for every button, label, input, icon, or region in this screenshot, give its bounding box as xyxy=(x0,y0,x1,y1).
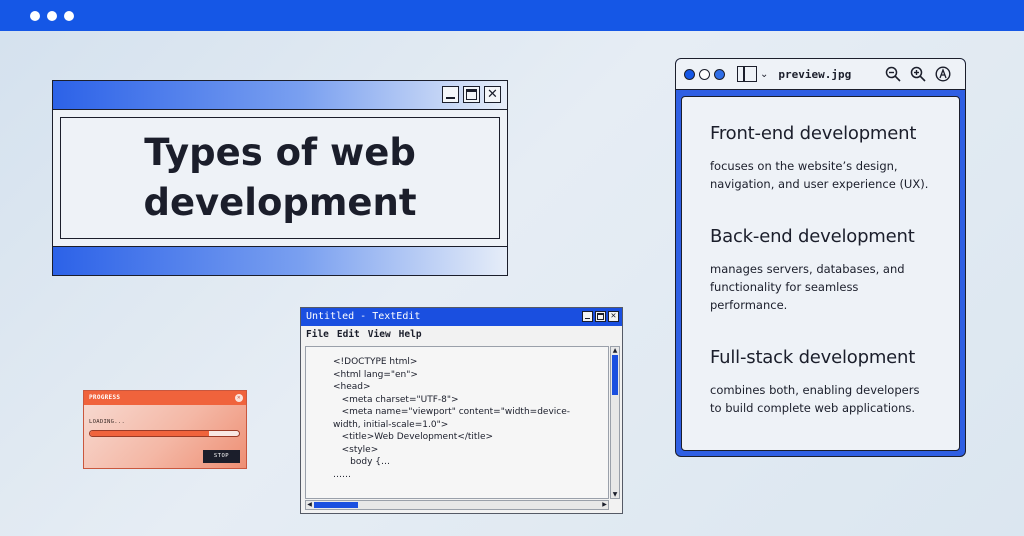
zoom-traffic-light[interactable] xyxy=(714,68,725,80)
code-line: <meta name="viewport" content="width=dev… xyxy=(333,407,571,417)
menu-edit[interactable]: Edit xyxy=(337,326,360,343)
code-line: width, initial-scale=1.0"> xyxy=(333,419,449,430)
title-line-1: Types of web xyxy=(144,131,416,174)
textedit-menubar: File Edit View Help xyxy=(301,326,622,343)
scroll-right-icon[interactable]: ▶ xyxy=(601,501,608,509)
window-dot-3[interactable] xyxy=(64,10,74,21)
progress-title: PROGRESS xyxy=(89,394,121,401)
preview-tools xyxy=(884,65,951,82)
textedit-maximize-button[interactable] xyxy=(595,311,606,322)
textedit-window: Untitled - TextEdit ✕ File Edit View Hel… xyxy=(300,307,623,514)
title-window-footer xyxy=(53,246,507,275)
section-body: manages servers, databases, and function… xyxy=(710,262,905,312)
preview-toolbar: ⌄ preview.jpg xyxy=(676,59,965,90)
window-dot-1[interactable] xyxy=(30,10,40,21)
horizontal-scroll-thumb[interactable] xyxy=(314,502,358,508)
preview-content: Front-end development focuses on the web… xyxy=(681,96,960,451)
code-line: <head> xyxy=(333,382,371,392)
section-body: combines both, enabling developers to bu… xyxy=(710,383,920,415)
section-title: Front-end development xyxy=(710,123,917,144)
zoom-out-icon[interactable] xyxy=(884,65,901,82)
code-line: body {… xyxy=(333,457,391,467)
text-editor[interactable]: <!DOCTYPE html> <html lang="en"> <head> … xyxy=(305,346,609,499)
title-window-titlebar[interactable]: ✕ xyxy=(53,81,507,110)
textedit-titlebar[interactable]: Untitled - TextEdit ✕ xyxy=(301,308,622,326)
code-line: <!DOCTYPE html> xyxy=(333,357,418,367)
vertical-scrollbar[interactable]: ▲ ▼ xyxy=(610,346,620,499)
maximize-button[interactable] xyxy=(463,86,480,103)
textedit-title: Untitled - TextEdit xyxy=(306,311,421,322)
section-back-end: Back-end development manages servers, da… xyxy=(710,226,931,314)
loading-label: LOADING... xyxy=(89,419,126,425)
horizontal-scrollbar[interactable]: ◀ ▶ xyxy=(305,500,609,510)
scroll-down-icon[interactable]: ▼ xyxy=(611,491,619,498)
window-dot-2[interactable] xyxy=(47,10,57,21)
stop-button[interactable]: STOP xyxy=(203,450,240,463)
section-title: Back-end development xyxy=(710,226,915,247)
textedit-minimize-button[interactable] xyxy=(582,311,593,322)
progress-fill xyxy=(90,431,210,436)
title-window-controls: ✕ xyxy=(442,86,501,103)
chevron-down-icon[interactable]: ⌄ xyxy=(760,69,768,80)
progress-bar xyxy=(89,430,240,437)
menu-file[interactable]: File xyxy=(306,326,329,343)
textedit-controls: ✕ xyxy=(582,311,619,322)
code-line: <style> xyxy=(333,444,379,455)
code-line: <meta charset="UTF-8"> xyxy=(333,394,459,405)
minimize-button[interactable] xyxy=(442,86,459,103)
zoom-in-icon[interactable] xyxy=(909,65,926,82)
scroll-left-icon[interactable]: ◀ xyxy=(306,501,313,509)
minimize-traffic-light[interactable] xyxy=(699,68,710,80)
close-traffic-light[interactable] xyxy=(684,68,695,80)
section-title: Full-stack development xyxy=(710,347,916,368)
close-button[interactable]: ✕ xyxy=(484,86,501,103)
section-body: focuses on the website’s design, navigat… xyxy=(710,159,929,191)
vertical-scroll-thumb[interactable] xyxy=(612,355,618,395)
title-window: ✕ Types of web development xyxy=(52,80,508,276)
top-bar xyxy=(0,0,1024,31)
page-title: Types of web development xyxy=(143,128,416,228)
menu-view[interactable]: View xyxy=(368,326,391,343)
close-icon[interactable]: ✕ xyxy=(235,394,243,402)
section-front-end: Front-end development focuses on the web… xyxy=(710,123,931,193)
code-line: …… xyxy=(333,469,351,480)
title-panel: Types of web development xyxy=(60,117,500,239)
progress-titlebar[interactable]: PROGRESS ✕ xyxy=(84,391,246,405)
preview-window: ⌄ preview.jpg Front-end development focu… xyxy=(675,58,966,457)
preview-filename: preview.jpg xyxy=(778,67,852,81)
section-full-stack: Full-stack development combines both, en… xyxy=(710,347,931,417)
title-line-2: development xyxy=(143,181,417,224)
scroll-up-icon[interactable]: ▲ xyxy=(611,347,619,354)
code-line: <title>Web Development</title> xyxy=(333,432,494,442)
textedit-close-button[interactable]: ✕ xyxy=(608,311,619,322)
menu-help[interactable]: Help xyxy=(399,326,422,343)
sidebar-toggle-icon[interactable] xyxy=(737,66,757,82)
code-line: <html lang="en"> xyxy=(333,369,418,380)
progress-window: PROGRESS ✕ LOADING... STOP xyxy=(83,390,247,469)
markup-icon[interactable] xyxy=(934,65,951,82)
